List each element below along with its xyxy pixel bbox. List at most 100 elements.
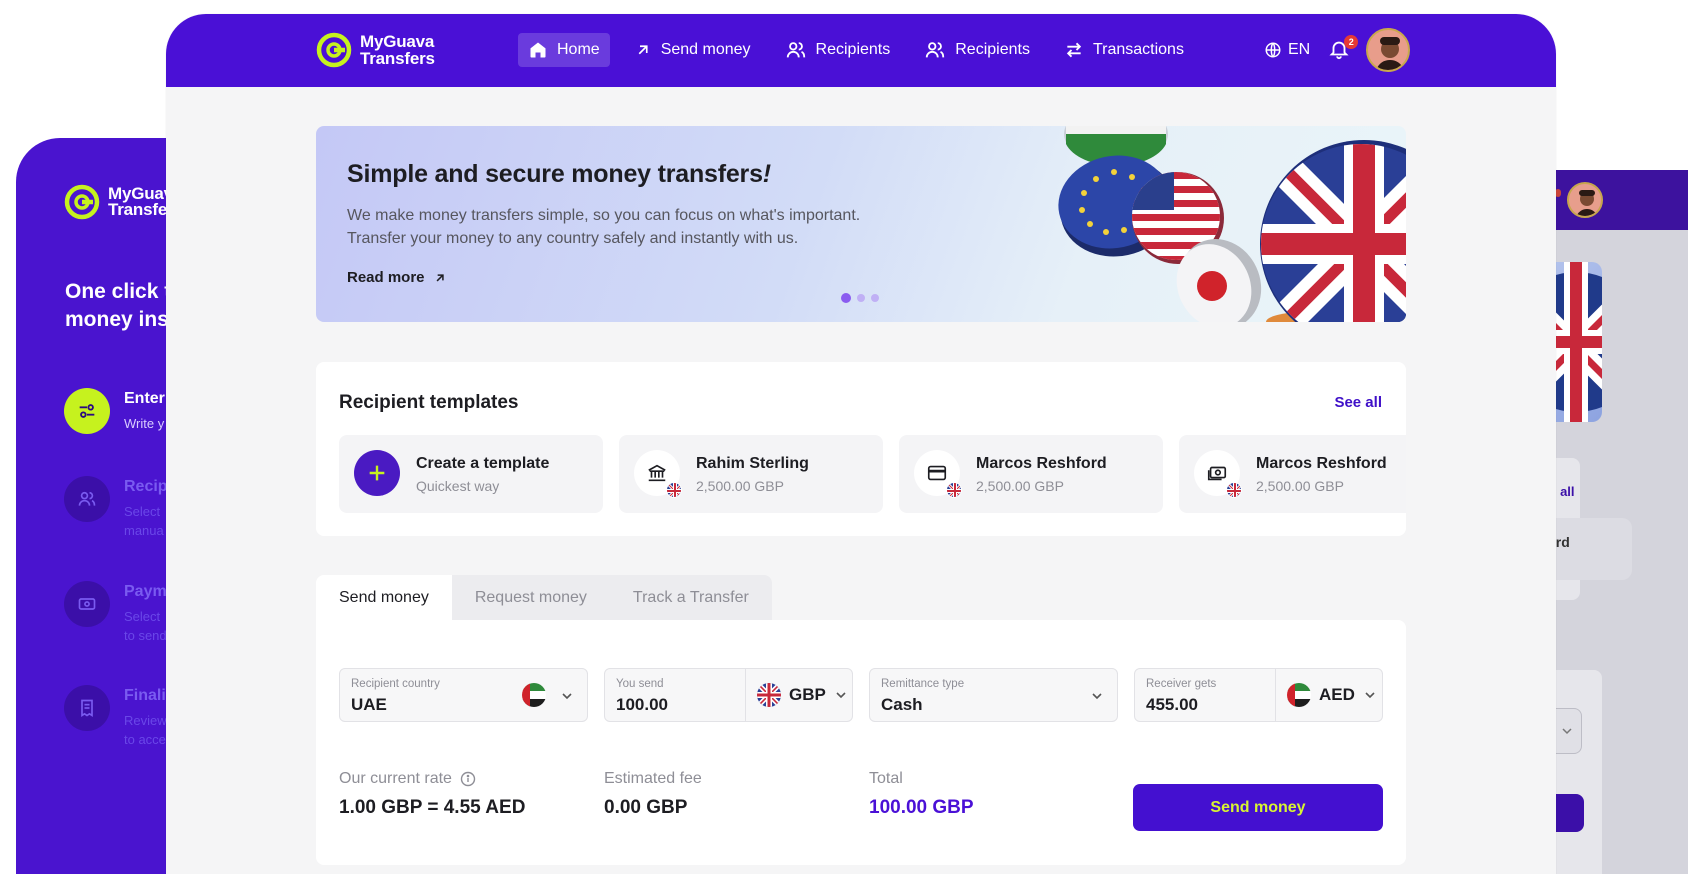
brand-logo[interactable]: MyGuava Transfers <box>316 32 435 68</box>
main-nav: Home Send money Recipients Recipients Tr… <box>518 33 1194 67</box>
currency-code: AED <box>1319 685 1355 704</box>
notification-badge: 2 <box>1344 35 1359 49</box>
nav-send-money[interactable]: Send money <box>624 33 761 67</box>
language-selector[interactable]: EN <box>1264 41 1310 59</box>
template-amount: 2,500.00 GBP <box>1256 478 1344 494</box>
chevron-down-icon <box>836 692 846 699</box>
create-template-card[interactable]: Create a template Quickest way <box>339 435 603 513</box>
banner-title: Simple and secure money transfers! <box>347 160 771 188</box>
summary-label: Our current rate <box>339 770 525 788</box>
template-list: Create a template Quickest way Rahim Ste… <box>339 435 1406 513</box>
uk-flag-icon <box>757 683 781 707</box>
nav-home[interactable]: Home <box>518 33 610 67</box>
banner-description: We make money transfers simple, so you c… <box>347 207 861 247</box>
nav-recipients-2[interactable]: Recipients <box>914 33 1040 67</box>
chevron-down-icon <box>562 693 572 700</box>
carousel-dot[interactable] <box>841 293 851 303</box>
step-title: Paym <box>124 583 167 600</box>
template-amount: 2,500.00 GBP <box>976 478 1064 494</box>
user-avatar[interactable] <box>1366 28 1411 72</box>
sliders-icon <box>64 388 110 434</box>
cash-icon <box>64 581 110 627</box>
notifications-button[interactable]: 2 <box>1328 35 1359 62</box>
plus-icon <box>354 450 400 496</box>
avatar <box>1567 182 1603 218</box>
nav-recipients[interactable]: Recipients <box>775 33 901 67</box>
info-icon[interactable] <box>460 771 476 787</box>
stage: MyGuava Transfers One click t money ins … <box>0 0 1688 874</box>
read-more-link[interactable]: Read more <box>347 269 447 286</box>
tab-request-money[interactable]: Request money <box>451 575 610 621</box>
current-rate: Our current rate 1.00 GBP = 4.55 AED <box>339 770 525 819</box>
nav-label: Send money <box>660 41 751 58</box>
nav-label: Transactions <box>1092 41 1184 58</box>
uae-flag-icon <box>1287 683 1311 707</box>
field-label: You send <box>616 678 664 690</box>
total-amount: Total 100.00 GBP <box>869 770 974 819</box>
users-icon <box>926 42 945 58</box>
receiver-gets-field[interactable]: Receiver gets 455.00 AED <box>1134 668 1383 722</box>
template-name: Marcos Reshford <box>976 455 1107 472</box>
main-window: MyGuava Transfers Home Send money Recipi… <box>166 14 1556 874</box>
summary-value: 1.00 GBP = 4.55 AED <box>339 797 526 818</box>
header-tools: EN 2 <box>1264 28 1411 72</box>
field-divider <box>1275 669 1276 721</box>
arrow-up-right-icon <box>436 273 444 281</box>
arrow-up-right-icon <box>638 45 648 55</box>
estimated-fee: Estimated fee 0.00 GBP <box>604 770 702 819</box>
template-card[interactable]: Rahim Sterling 2,500.00 GBP <box>619 435 883 513</box>
uk-flag-icon <box>666 482 682 498</box>
field-value: UAE <box>351 695 387 714</box>
home-icon <box>530 42 546 58</box>
tab-send-money[interactable]: Send money <box>316 575 452 621</box>
globe-icon <box>1265 42 1281 58</box>
template-name: Marcos Reshford <box>1256 455 1387 472</box>
carousel-dot[interactable] <box>857 294 865 302</box>
you-send-field[interactable]: You send 100.00 GBP <box>604 668 853 722</box>
summary-label: Estimated fee <box>604 770 702 787</box>
remittance-type-select[interactable]: Remittance type Cash <box>869 668 1118 722</box>
language-label: EN <box>1288 41 1311 58</box>
transfer-tabs: Send money Request money Track a Transfe… <box>316 575 772 621</box>
send-currency-select[interactable]: GBP <box>757 683 848 707</box>
currency-code: GBP <box>789 685 826 704</box>
field-divider <box>745 669 746 721</box>
field-label: Receiver gets <box>1146 678 1217 690</box>
send-money-button[interactable]: Send money <box>1133 784 1383 831</box>
summary-label: Total <box>869 770 903 787</box>
promo-banner: Simple and secure money transfers! We ma… <box>316 126 1406 322</box>
step-title: Enter <box>124 390 165 407</box>
see-all-link[interactable]: See all <box>1334 394 1382 411</box>
top-navigation: MyGuava Transfers Home Send money Recipi… <box>166 14 1556 87</box>
chevron-down-icon <box>1365 692 1375 699</box>
nav-label: Recipients <box>955 41 1030 58</box>
nav-label: Home <box>557 41 600 58</box>
field-label: Recipient country <box>351 678 440 690</box>
uk-flag-icon <box>1226 482 1242 498</box>
users-icon <box>786 42 805 58</box>
guava-logo-icon <box>64 184 100 220</box>
nav-label: Recipients <box>815 41 891 58</box>
carousel-dot[interactable] <box>871 294 879 302</box>
amount-input[interactable]: 455.00 <box>1146 695 1198 715</box>
template-card[interactable]: Marcos Reshford 2,500.00 GBP <box>1179 435 1406 513</box>
cash-icon <box>1194 450 1242 498</box>
summary-value: 0.00 GBP <box>604 797 688 818</box>
receipt-icon <box>64 685 110 731</box>
template-name: Create a template <box>416 455 550 472</box>
template-name: Rahim Sterling <box>696 455 809 472</box>
template-sub: Quickest way <box>416 478 500 494</box>
brand-name: MyGuava Transfers <box>360 32 435 68</box>
amount-input[interactable]: 100.00 <box>616 695 668 715</box>
chevron-down-icon <box>1562 728 1572 735</box>
swap-icon <box>1066 42 1082 58</box>
section-title: Recipient templates <box>339 392 519 413</box>
recipient-templates: Recipient templates See all Create a tem… <box>316 362 1406 536</box>
template-amount: 2,500.00 GBP <box>696 478 784 494</box>
nav-transactions[interactable]: Transactions <box>1054 33 1194 67</box>
template-card[interactable]: Marcos Reshford 2,500.00 GBP <box>899 435 1163 513</box>
tab-track-transfer[interactable]: Track a Transfer <box>609 575 772 621</box>
receive-currency-select[interactable]: AED <box>1287 683 1377 707</box>
flag-coins-illustration <box>1049 126 1406 322</box>
recipient-country-select[interactable]: Recipient country UAE <box>339 668 588 722</box>
